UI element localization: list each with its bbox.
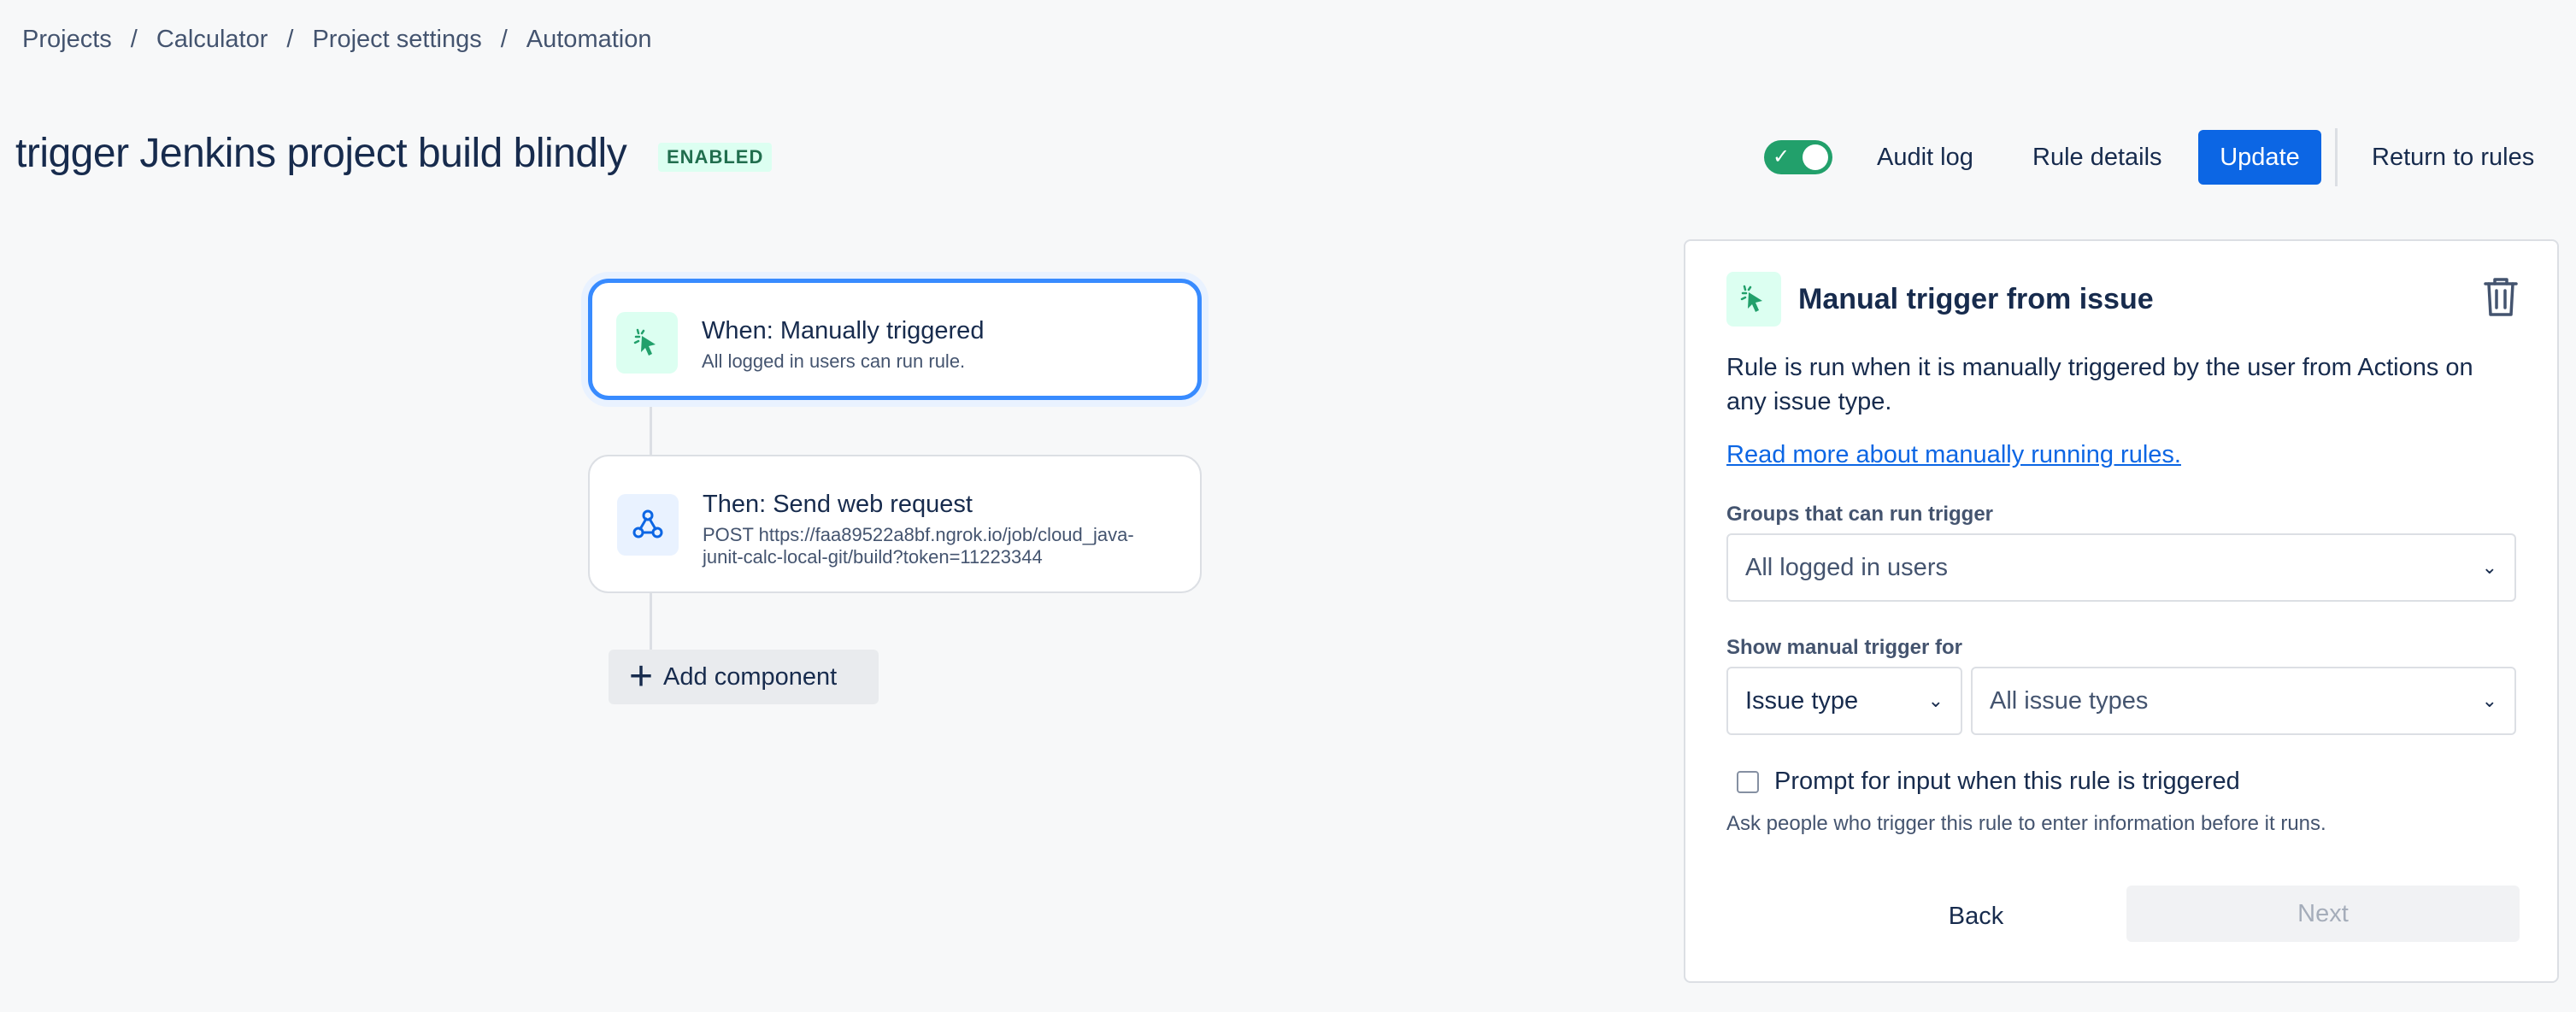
groups-select-value: All logged in users <box>1745 553 1948 581</box>
chevron-down-icon: ⌄ <box>1927 690 1944 711</box>
action-node-title: Then: Send web request <box>703 491 973 518</box>
panel-description: Rule is run when it is manually triggere… <box>1726 354 2473 415</box>
breadcrumb-separator: / <box>130 26 138 53</box>
status-badge: ENABLED <box>658 143 773 172</box>
prompt-input-label[interactable]: Prompt for input when this rule is trigg… <box>1774 768 2240 796</box>
add-component-label: Add component <box>663 662 838 691</box>
header-divider <box>2335 128 2338 186</box>
flow-connector <box>650 400 652 455</box>
toggle-knob <box>1803 144 1828 170</box>
show-for-type-select[interactable]: Issue type ⌄ <box>1726 667 1962 735</box>
breadcrumb-project-settings[interactable]: Project settings <box>312 26 481 54</box>
action-node-url-line1: POST https://faa89522a8bf.ngrok.io/job/c… <box>703 524 1134 545</box>
breadcrumb: Projects / Calculator / Project settings… <box>22 26 651 54</box>
chevron-down-icon: ⌄ <box>2481 690 2497 711</box>
breadcrumb-automation[interactable]: Automation <box>526 26 652 54</box>
cursor-click-icon <box>1726 272 1781 327</box>
trash-icon[interactable] <box>2482 275 2520 322</box>
rule-enabled-toggle[interactable]: ✓ <box>1764 140 1832 174</box>
trigger-config-panel: Manual trigger from issue Rule is run wh… <box>1684 239 2559 983</box>
show-for-label: Show manual trigger for <box>1726 636 1963 659</box>
breadcrumb-calculator[interactable]: Calculator <box>156 26 268 54</box>
cursor-click-icon <box>616 312 678 374</box>
prompt-input-checkbox[interactable] <box>1737 771 1759 793</box>
breadcrumb-separator: / <box>500 26 508 53</box>
back-button[interactable]: Back <box>1891 889 2061 944</box>
trigger-node-subtitle: All logged in users can run rule. <box>702 350 966 372</box>
read-more-link[interactable]: Read more about manually running rules. <box>1726 441 2181 469</box>
chevron-down-icon: ⌄ <box>2481 556 2497 578</box>
flow-connector <box>650 593 652 650</box>
action-node-subtitle: POST https://faa89522a8bf.ngrok.io/job/c… <box>703 524 1134 568</box>
audit-log-button[interactable]: Audit log <box>1877 144 1973 172</box>
trigger-node[interactable]: When: Manually triggered All logged in u… <box>588 279 1202 400</box>
panel-title: Manual trigger from issue <box>1798 282 2154 315</box>
issue-types-select[interactable]: All issue types ⌄ <box>1971 667 2516 735</box>
panel-header: Manual trigger from issue <box>1726 272 2154 327</box>
trigger-node-title: When: Manually triggered <box>702 317 985 344</box>
add-component-button[interactable]: + Add component <box>609 650 879 704</box>
next-button[interactable]: Next <box>2126 886 2520 942</box>
breadcrumb-separator: / <box>286 26 294 53</box>
check-icon: ✓ <box>1773 145 1791 168</box>
rule-details-button[interactable]: Rule details <box>2032 144 2162 172</box>
webhook-icon <box>617 494 679 556</box>
page-title: trigger Jenkins project build blindly <box>15 131 627 176</box>
groups-label: Groups that can run trigger <box>1726 503 1994 526</box>
update-button[interactable]: Update <box>2198 130 2321 185</box>
groups-select[interactable]: All logged in users ⌄ <box>1726 533 2516 602</box>
prompt-input-helper: Ask people who trigger this rule to ente… <box>1726 812 2326 835</box>
return-to-rules-button[interactable]: Return to rules <box>2372 144 2534 172</box>
action-node[interactable]: Then: Send web request POST https://faa8… <box>588 455 1202 593</box>
action-node-url-line2: junit-calc-local-git/build?token=1122334… <box>703 546 1043 568</box>
plus-icon: + <box>629 654 654 699</box>
issue-types-value: All issue types <box>1990 686 2149 715</box>
show-for-type-value: Issue type <box>1745 686 1859 715</box>
breadcrumb-projects[interactable]: Projects <box>22 26 112 54</box>
